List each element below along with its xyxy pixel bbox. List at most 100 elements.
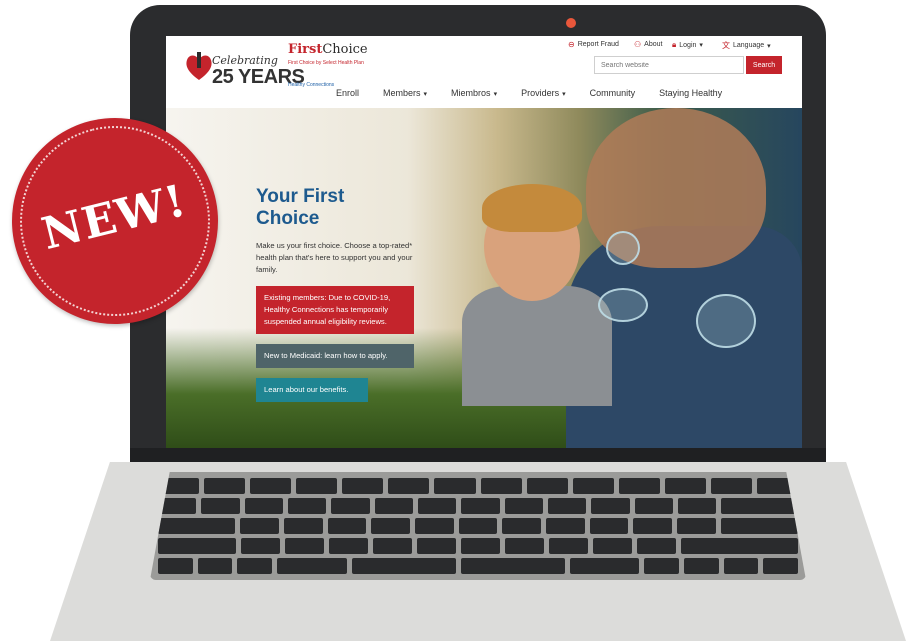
key [373, 538, 412, 554]
about-link[interactable]: ⚇ About [634, 40, 662, 49]
benefits-link[interactable]: Learn about our benefits. [256, 378, 368, 402]
search-input[interactable] [594, 56, 744, 74]
nav-enroll-label: Enroll [336, 88, 360, 98]
key [549, 538, 588, 554]
key [593, 538, 632, 554]
key [417, 538, 456, 554]
key [331, 498, 370, 514]
caret-down-icon: ▾ [423, 91, 428, 98]
nav-providers-label: Providers [521, 88, 560, 98]
warning-icon: ⊖ [568, 40, 575, 49]
key [371, 518, 410, 534]
nav-miembros[interactable]: Miembros ▾ [451, 88, 497, 98]
webcam-icon [566, 18, 576, 28]
key [458, 518, 498, 534]
nav-community-label: Community [589, 88, 636, 98]
bubble [696, 294, 756, 348]
key [461, 538, 500, 554]
key [589, 518, 629, 534]
key [415, 518, 454, 534]
nav-enroll[interactable]: Enroll [336, 88, 359, 98]
nav-members[interactable]: Members ▾ [383, 88, 427, 98]
key [388, 478, 430, 494]
key [505, 538, 544, 554]
hero-description: Make us your first choice. Choose a top-… [256, 241, 413, 274]
photo-boy-hair [482, 184, 582, 232]
translate-icon: 文 [722, 41, 730, 50]
key [633, 518, 673, 534]
key [710, 478, 752, 494]
key [664, 478, 706, 494]
key [342, 478, 384, 494]
key [240, 518, 279, 534]
key [288, 498, 327, 514]
lock-icon: 🔒︎ [672, 40, 677, 49]
key [285, 538, 324, 554]
firstchoice-logo[interactable]: FirstChoice [288, 42, 368, 57]
key [244, 498, 284, 514]
key [480, 478, 522, 494]
key [546, 518, 585, 534]
key [677, 518, 716, 534]
key [721, 498, 798, 514]
chevron-down-icon: ▾ [767, 42, 771, 50]
key [720, 518, 799, 534]
hero-title-choice: Choice [256, 208, 320, 229]
heart-logo-icon [186, 52, 212, 80]
key [204, 478, 246, 494]
key [461, 498, 500, 514]
about-label: About [644, 41, 663, 48]
key [241, 538, 280, 554]
key [237, 558, 273, 574]
medicaid-apply-link[interactable]: New to Medicaid: learn how to apply. [256, 344, 414, 368]
key [502, 518, 542, 534]
key [201, 498, 240, 514]
key [329, 538, 368, 554]
keyboard-row [157, 518, 799, 534]
key [683, 558, 719, 574]
hero-title: Your First Choice [256, 186, 426, 230]
key [569, 558, 640, 574]
firstchoice-choice: Choice [322, 42, 368, 57]
key [250, 478, 292, 494]
main-nav: Enroll Members ▾ Miembros ▾ Providers ▾ Com… [336, 88, 746, 98]
laptop-keyboard [150, 472, 806, 580]
firstchoice-tagline: First Choice by Select Health Plan [288, 60, 364, 66]
laptop-hinge [130, 448, 826, 462]
login-link[interactable]: 🔒︎ Login ▾ [672, 40, 703, 50]
hero-content: Your First Choice Make us your first cho… [256, 186, 426, 402]
keyboard-row [158, 558, 798, 574]
key [572, 478, 614, 494]
key [197, 558, 233, 574]
search-button[interactable]: Search [746, 56, 782, 74]
nav-community[interactable]: Community [590, 88, 636, 98]
key [157, 518, 236, 534]
key [526, 478, 568, 494]
key [547, 498, 587, 514]
key [763, 558, 798, 574]
key [434, 478, 476, 494]
key [681, 538, 798, 554]
nav-providers[interactable]: Providers ▾ [521, 88, 566, 98]
language-link[interactable]: 文 Language ▾ [722, 40, 771, 51]
healthy-connections-logo: Healthy Connections [288, 82, 335, 88]
firstchoice-first: First [288, 42, 323, 57]
hero-title-first: First [303, 186, 345, 207]
nav-staying-healthy[interactable]: Staying Healthy [659, 88, 722, 98]
key [374, 498, 413, 514]
key [618, 478, 660, 494]
key [644, 558, 679, 574]
keyboard-row [157, 478, 799, 494]
key [296, 478, 338, 494]
covid-notice-box[interactable]: Existing members: Due to COVID-19, Healt… [256, 286, 414, 334]
report-fraud-label: Report Fraud [577, 41, 619, 48]
login-label: Login [679, 41, 697, 49]
chevron-down-icon: ▾ [699, 42, 703, 49]
report-fraud-link[interactable]: ⊖ Report Fraud [568, 40, 619, 49]
hero-title-your: Your [256, 186, 304, 207]
key [283, 518, 323, 534]
language-label: Language [733, 42, 765, 49]
spacebar-key [460, 558, 565, 574]
caret-down-icon: ▾ [493, 91, 498, 98]
people-icon: ⚇ [634, 40, 642, 49]
